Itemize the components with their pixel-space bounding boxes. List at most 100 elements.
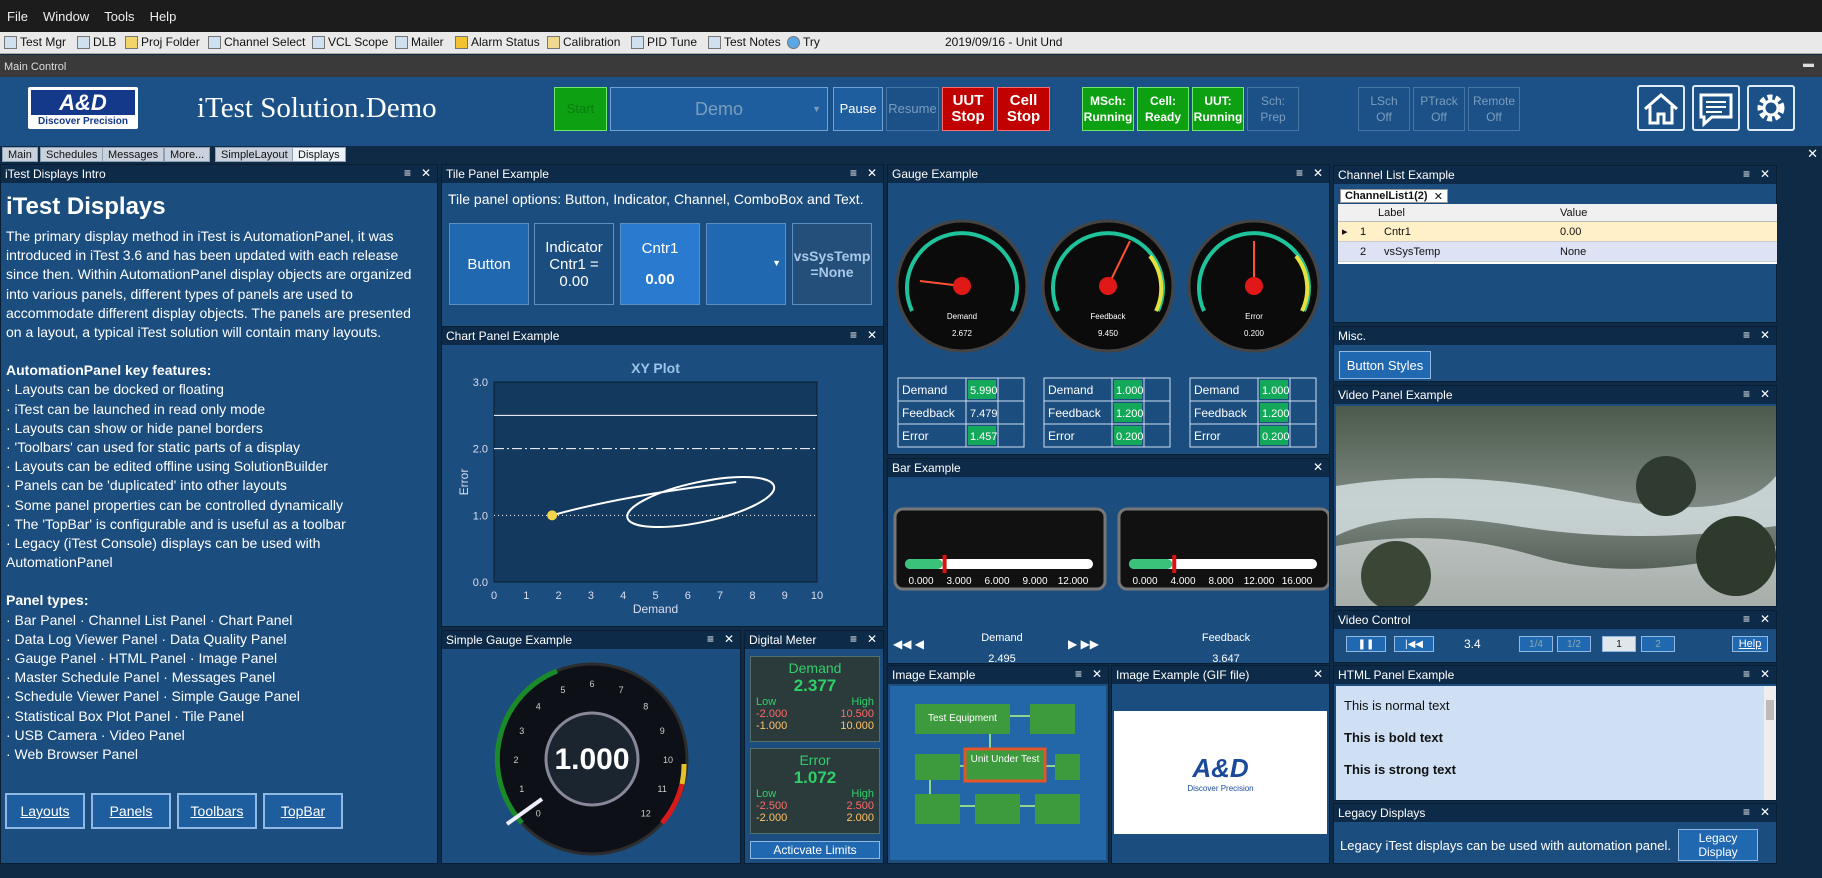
cell-stop-button[interactable]: Cell Stop xyxy=(997,87,1050,131)
gauge-row-value: 1.000 xyxy=(1116,385,1144,397)
lsch-status[interactable]: LSch Off xyxy=(1358,87,1410,131)
panel-controls[interactable]: ✕ xyxy=(1313,460,1323,474)
test-mgr-icon xyxy=(4,35,17,49)
speed-1x-button[interactable]: 1 xyxy=(1602,636,1636,652)
panels-link-button[interactable]: Panels xyxy=(91,793,171,829)
toolbar-pid-tune[interactable]: PID Tune xyxy=(631,35,697,49)
gif-panel-title: Image Example (GIF file) xyxy=(1116,668,1250,682)
features-heading: AutomationPanel key features: xyxy=(6,362,212,379)
panel-controls[interactable]: ≡ ✕ xyxy=(1743,612,1770,626)
settings-button[interactable] xyxy=(1747,85,1795,131)
toolbar-channel-select[interactable]: Channel Select xyxy=(208,35,305,49)
close-icon[interactable]: ✕ xyxy=(1434,190,1443,203)
menu-window[interactable]: Window xyxy=(36,0,97,24)
table-row[interactable]: 2 vsSysTemp None xyxy=(1338,242,1777,262)
minimize-icon[interactable]: ▬ xyxy=(1803,58,1814,70)
legacy-display-button[interactable]: Legacy Display xyxy=(1678,829,1758,861)
gauge-row-label: Demand xyxy=(1194,383,1239,397)
globe-icon xyxy=(787,35,800,49)
demo-select[interactable]: Demo ▼ xyxy=(610,87,828,131)
speed-2x-button[interactable]: 2 xyxy=(1641,636,1675,652)
table-row[interactable]: ▸ 1 Cntr1 0.00 xyxy=(1338,222,1777,242)
rewind-video-button[interactable]: |◀◀ xyxy=(1394,636,1434,652)
resume-button[interactable]: Resume xyxy=(886,87,939,131)
toolbar-proj-folder[interactable]: Proj Folder xyxy=(125,35,200,49)
pause-button[interactable]: Pause xyxy=(833,87,883,131)
bar-label: Feedback xyxy=(1202,632,1251,644)
tab-messages[interactable]: Messages xyxy=(102,147,165,162)
panel-controls[interactable]: ≡ ✕ xyxy=(850,166,877,180)
panel-controls[interactable]: ≡ ✕ xyxy=(1075,667,1102,681)
tab-main[interactable]: Main xyxy=(2,147,38,162)
panel-controls[interactable]: ≡ ✕ xyxy=(1743,167,1770,181)
channel-table: Label Value ▸ 1 Cntr1 0.00 2 vsSysTemp None xyxy=(1338,204,1777,264)
panel-controls[interactable]: ≡ ✕ xyxy=(850,328,877,342)
tile-panel: Tile Panel Example ≡ ✕ Tile panel options… xyxy=(441,164,884,327)
gauge-row-extra-cell xyxy=(997,400,1025,425)
panel-controls[interactable]: ≡ ✕ xyxy=(404,166,431,180)
tab-schedules[interactable]: Schedules xyxy=(40,147,104,162)
toolbar-calibration[interactable]: Calibration xyxy=(547,35,620,49)
tab-simplelayout[interactable]: SimpleLayout xyxy=(215,147,294,162)
gauge-row-extra-cell xyxy=(1143,423,1171,448)
ptrack-status[interactable]: PTrack Off xyxy=(1413,87,1465,131)
close-icon[interactable]: ✕ xyxy=(1807,146,1818,162)
panel-controls[interactable]: ≡ ✕ xyxy=(1743,387,1770,401)
messages-button[interactable] xyxy=(1692,85,1740,131)
panel-controls[interactable]: ≡ ✕ xyxy=(1743,667,1770,681)
bar-panel: Bar Example ✕ Demand 2.495 0.000 3.000 6.000 9… xyxy=(887,458,1330,664)
x-tick-label: 7 xyxy=(717,590,723,602)
panel-controls[interactable]: ✕ xyxy=(1313,667,1323,681)
scrollbar[interactable] xyxy=(1764,686,1776,800)
speed-quarter-button[interactable]: 1/4 xyxy=(1519,636,1553,652)
gauge-row-label: Error xyxy=(1048,429,1075,443)
topbar-link-button[interactable]: TopBar xyxy=(263,793,343,829)
panel-controls[interactable]: ≡ ✕ xyxy=(850,632,877,646)
x-tick-label: 3 xyxy=(588,590,594,602)
folder-icon xyxy=(125,35,138,49)
text-line: · Panels can be 'duplicated' into other … xyxy=(6,477,287,494)
html-panel: HTML Panel Example ≡ ✕ This is normal tex… xyxy=(1333,665,1777,801)
panel-controls[interactable]: ≡ ✕ xyxy=(1296,166,1323,180)
toolbar-status: 2019/09/16 - Unit Und xyxy=(945,35,1063,49)
remote-status[interactable]: Remote Off xyxy=(1468,87,1520,131)
bar-marker xyxy=(942,555,947,573)
panel-controls[interactable]: ≡ ✕ xyxy=(1743,805,1770,819)
menu-file[interactable]: File xyxy=(0,0,36,24)
video-help-button[interactable]: Help xyxy=(1732,636,1768,652)
tab-displays[interactable]: Displays xyxy=(292,147,346,162)
panel-controls[interactable]: ≡ ✕ xyxy=(707,632,734,646)
tab-more[interactable]: More... xyxy=(164,147,211,162)
toolbar-vcl-scope[interactable]: VCL Scope xyxy=(312,35,388,49)
text-line: · Layouts can be edited offline using So… xyxy=(6,458,328,475)
pause-video-button[interactable]: ❚❚ xyxy=(1346,636,1386,652)
start-button[interactable]: Start xyxy=(554,87,607,131)
toolbar-dlb[interactable]: DLB xyxy=(77,35,116,49)
uut-stop-button[interactable]: UUT Stop xyxy=(942,87,994,131)
activate-limits-button[interactable]: Acticvate Limits xyxy=(750,841,880,859)
video-panel: Video Panel Example ≡ ✕ xyxy=(1333,385,1777,607)
tile-combobox[interactable]: ▼ xyxy=(706,223,786,305)
gauge-row-label: Error xyxy=(1194,429,1221,443)
chart-panel-title: Chart Panel Example xyxy=(446,329,560,343)
toolbar-test-notes[interactable]: Test Notes xyxy=(708,35,781,49)
tile-button[interactable]: Button xyxy=(449,223,529,305)
speed-half-button[interactable]: 1/2 xyxy=(1557,636,1591,652)
toolbars-link-button[interactable]: Toolbars xyxy=(177,793,257,829)
panel-controls[interactable]: ≡ ✕ xyxy=(1743,328,1770,342)
gauge-row-value: 7.479 xyxy=(970,408,998,420)
channel-list-tab[interactable]: ChannelList1(2) ✕ xyxy=(1340,189,1448,203)
toolbar-test-mgr[interactable]: Test Mgr xyxy=(4,35,66,49)
toolbar-try[interactable]: Try xyxy=(787,35,820,49)
toolbar-mailer[interactable]: Mailer xyxy=(395,35,444,49)
home-button[interactable] xyxy=(1637,85,1685,131)
text-line: · Layouts can show or hide panel borders xyxy=(6,419,263,436)
simple-gauge: 01234567891011121.000 xyxy=(494,662,689,856)
menu-help[interactable]: Help xyxy=(143,0,185,24)
menu-tools[interactable]: Tools xyxy=(97,0,142,24)
misc-panel: Misc. ≡ ✕ Button Styles xyxy=(1333,326,1777,382)
button-styles-button[interactable]: Button Styles xyxy=(1339,351,1431,379)
toolbar-alarm-status[interactable]: Alarm Status xyxy=(455,35,540,49)
intro-panel-title: iTest Displays Intro ≡ ✕ xyxy=(1,165,437,183)
layouts-link-button[interactable]: Layouts xyxy=(5,793,85,829)
